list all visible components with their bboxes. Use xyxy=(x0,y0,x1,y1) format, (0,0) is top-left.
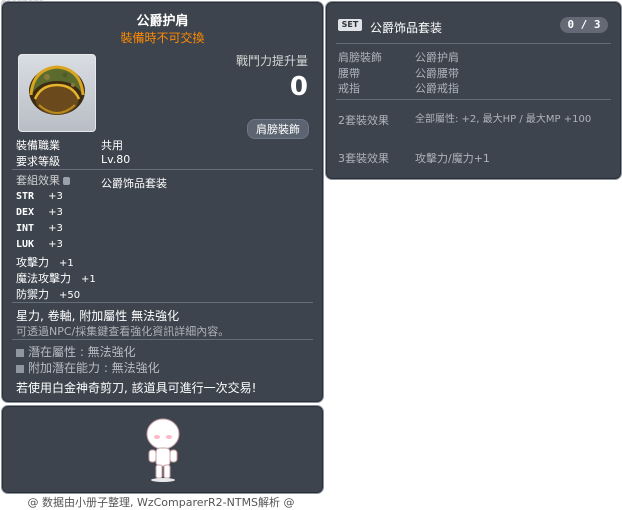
set-effect-label: 套組效果 xyxy=(16,172,70,188)
stat-attack: 攻擊力 +1 xyxy=(16,256,74,269)
potential-icon xyxy=(16,364,24,373)
divider xyxy=(12,169,313,170)
set-name: 公爵饰品套装 xyxy=(101,177,167,190)
trade-restriction-note: 裝備時不可交換 xyxy=(120,31,205,45)
stat-dex: DEX +3 xyxy=(16,207,63,218)
set-title: 公爵饰品套装 xyxy=(370,21,443,35)
potential-row: 潛在屬性 : 無法強化 xyxy=(16,343,136,360)
epaulet-icon xyxy=(29,65,85,115)
set-effect-2-label: 2套裝效果 xyxy=(338,114,389,127)
stat-luk: LUK +3 xyxy=(16,239,63,250)
set-part-slot: 肩膀裝飾 xyxy=(338,51,382,64)
stat-defense: 防禦力 +50 xyxy=(16,288,81,301)
divider xyxy=(12,302,313,303)
stat-int: INT +3 xyxy=(16,223,63,234)
set-part-name: 公爵腰带 xyxy=(415,67,459,80)
set-count-badge: 0 / 3 xyxy=(560,17,608,33)
enhance-flags: 星力, 卷軸, 附加屬性 無法強化 xyxy=(16,309,180,323)
divider xyxy=(336,43,611,44)
item-name: 公爵护肩 xyxy=(136,14,189,29)
item-icon-frame xyxy=(18,54,96,132)
set-effect-2-text: 全部屬性: +2, 最大HP / 最大MP +100 xyxy=(415,114,592,125)
scissors-note: 若使用白金神奇剪刀, 該道具可進行一次交易! xyxy=(16,381,257,395)
combat-power-value: 0 xyxy=(289,72,308,102)
enhance-note: 可透過NPC/採集鍵查看強化資訊詳細內容。 xyxy=(16,325,230,338)
divider xyxy=(12,339,313,340)
set-effect-3-text: 攻擊力/魔力+1 xyxy=(415,152,490,165)
set-part-name: 公爵护肩 xyxy=(415,51,459,64)
set-panel: SET 公爵饰品套装 0 / 3 肩膀裝飾 公爵护肩 腰帶 公爵腰带 戒指 公爵… xyxy=(325,1,622,180)
level-label: 要求等級 xyxy=(16,155,60,168)
stat-magic-attack: 魔法攻擊力 +1 xyxy=(16,272,96,285)
stat-str: STR +3 xyxy=(16,191,63,202)
job-value: 共用 xyxy=(101,139,123,152)
set-effect-3-label: 3套裝效果 xyxy=(338,152,389,165)
equip-slot-badge: 肩膀裝飾 xyxy=(247,119,309,139)
set-part-slot: 腰帶 xyxy=(338,67,360,80)
additional-potential-row: 附加潛在能力 : 無法強化 xyxy=(16,359,160,376)
item-tooltip-panel: 公爵护肩 裝備時不可交換 戰鬥力提升量 0 肩膀裝飾 裝備職業 共用 要求等級 … xyxy=(1,1,324,403)
job-label: 裝備職業 xyxy=(16,139,60,152)
set-badge-icon: SET xyxy=(338,19,362,31)
level-value: Lv.80 xyxy=(101,153,131,166)
credits-footer: @ 数据由小册子整理, WzComparerR2-NTMS解析 @ xyxy=(27,496,295,509)
set-part-slot: 戒指 xyxy=(338,82,360,95)
avatar-preview-panel xyxy=(1,405,324,494)
combat-power-label: 戰鬥力提升量 xyxy=(235,54,308,68)
set-part-name: 公爵戒指 xyxy=(415,82,459,95)
divider xyxy=(336,99,611,100)
lock-icon xyxy=(63,177,70,185)
potential-icon xyxy=(16,348,24,357)
character-avatar-icon xyxy=(146,418,180,482)
